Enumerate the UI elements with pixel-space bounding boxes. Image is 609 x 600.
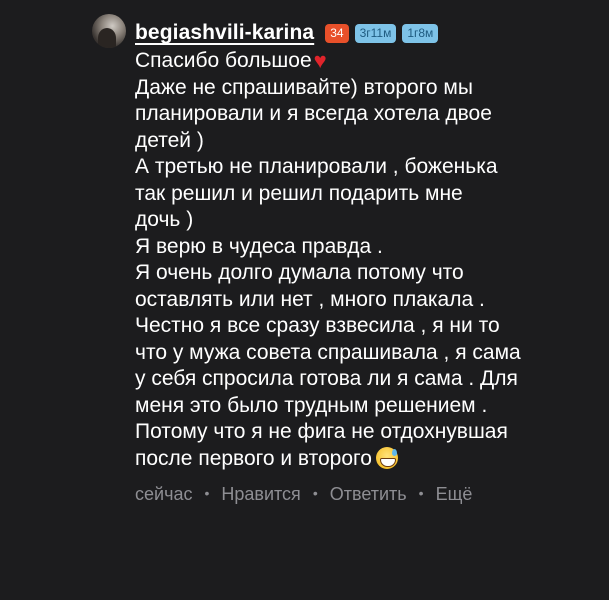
heart-icon: ♥	[313, 48, 327, 73]
comment-line: А третью не планировали , боженька	[135, 155, 498, 178]
more-button[interactable]: Ещё	[436, 484, 473, 505]
comment-line: Спасибо большое♥	[135, 48, 595, 75]
comment-line: после первого и второго	[135, 446, 595, 473]
reply-button[interactable]: Ответить	[330, 484, 407, 505]
comment-line: дочь )	[135, 208, 194, 231]
comment-header: begiashvili-karina 34 3г11м 1г8м	[135, 18, 595, 48]
comment-line: меня это было трудным решением .	[135, 393, 488, 417]
comment-text: Спасибо большое♥ Даже не спрашивайте) вт…	[135, 48, 595, 472]
comment-line: у себя спросила готова ли я сама . Для	[135, 367, 518, 390]
comment-line: Потому что я не фига не отдохнувшая	[135, 420, 508, 443]
timestamp: сейчас	[135, 484, 193, 504]
comment-line: что у мужа совета спрашивала , я сама	[135, 340, 521, 364]
comment-line: оставлять или нет , много плакала .	[135, 287, 485, 311]
separator-dot: •	[204, 485, 210, 501]
separator-dot: •	[312, 485, 318, 501]
comment-line: так решил и решил подарить мне	[135, 181, 463, 205]
badge-account-age: 3г11м	[354, 23, 397, 43]
comment-line: Я очень долго думала потому что	[135, 261, 464, 284]
separator-dot: •	[418, 485, 424, 501]
badge-membership-age: 1г8м	[402, 23, 439, 43]
comment-line-text: Спасибо большое	[135, 49, 312, 72]
comment-line: планировали и я всегда хотела двое	[135, 102, 492, 125]
comment-line: детей )	[135, 128, 204, 152]
comment-line: Даже не спрашивайте) второго мы	[135, 75, 473, 99]
comment-line: Честно я все сразу взвесила , я ни то	[135, 314, 500, 337]
like-button[interactable]: Нравится	[221, 484, 300, 505]
comment-body: begiashvili-karina 34 3г11м 1г8м Спасибо…	[135, 18, 595, 505]
level-badge: 34	[325, 23, 349, 43]
comment-line: Я верю в чудеса правда .	[135, 234, 383, 258]
comment-line-text: после первого и второго	[135, 446, 372, 470]
avatar[interactable]	[92, 14, 126, 48]
comment-actions: сейчас • Нравится • Ответить • Ещё	[135, 484, 595, 505]
grinning-sweat-icon	[375, 446, 398, 469]
author-username[interactable]: begiashvili-karina	[135, 21, 314, 45]
